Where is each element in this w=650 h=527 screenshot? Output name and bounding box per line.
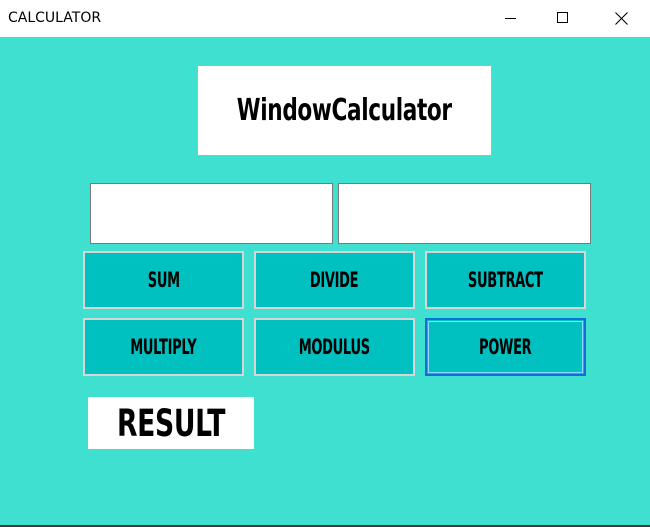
app-heading: WindowCalculator <box>237 93 452 128</box>
multiply-button[interactable]: MULTIPLY <box>83 318 244 376</box>
sum-button[interactable]: SUM <box>83 251 244 309</box>
power-button[interactable]: POWER <box>425 318 586 376</box>
minimize-icon <box>505 18 516 19</box>
result-label: RESULT <box>117 401 226 445</box>
modulus-button[interactable]: MODULUS <box>254 318 415 376</box>
divide-button-label: DIVIDE <box>310 268 359 292</box>
title-bar[interactable]: CALCULATOR <box>0 0 650 36</box>
close-icon <box>614 11 628 25</box>
heading-panel: WindowCalculator <box>197 65 492 156</box>
minimize-button[interactable] <box>488 0 534 36</box>
sum-button-label: SUM <box>147 268 180 292</box>
second-number-input[interactable] <box>338 183 591 244</box>
calculator-form: WindowCalculator SUM DIVIDE SUBTRACT MUL… <box>0 37 650 525</box>
power-button-label: POWER <box>479 335 532 359</box>
window-title: CALCULATOR <box>8 10 102 26</box>
maximize-button[interactable] <box>540 0 586 36</box>
first-number-input[interactable] <box>90 183 333 244</box>
multiply-button-label: MULTIPLY <box>130 335 197 359</box>
close-button[interactable] <box>598 0 644 36</box>
result-display: RESULT <box>88 397 254 449</box>
subtract-button-label: SUBTRACT <box>468 268 543 292</box>
modulus-button-label: MODULUS <box>298 335 371 359</box>
divide-button[interactable]: DIVIDE <box>254 251 415 309</box>
maximize-icon <box>557 12 568 23</box>
subtract-button[interactable]: SUBTRACT <box>425 251 586 309</box>
